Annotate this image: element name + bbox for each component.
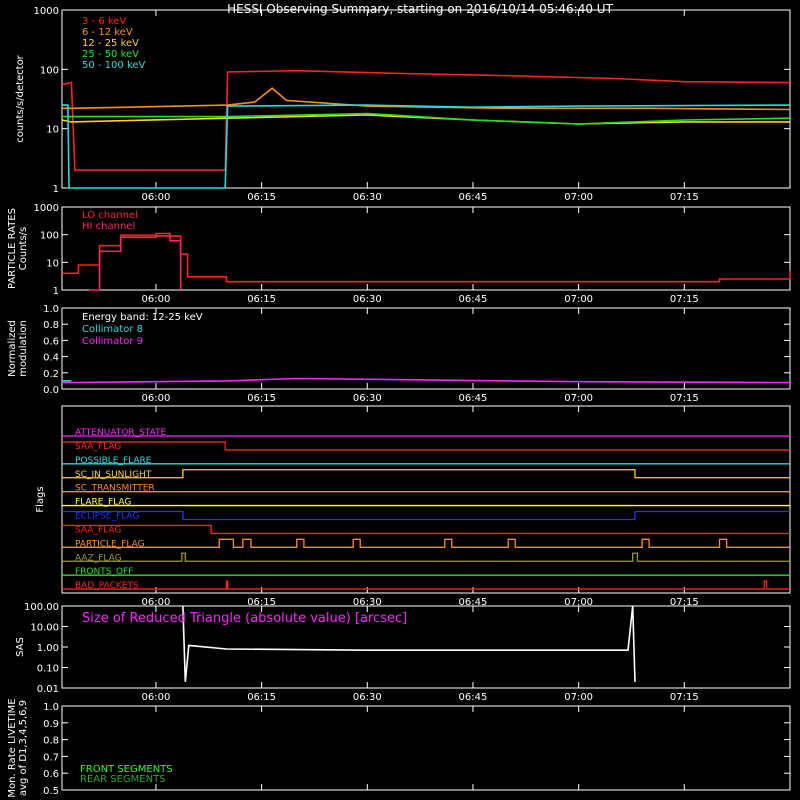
- legend-entry: 12 - 25 keV: [82, 38, 139, 49]
- y-tick-label: 0.8: [43, 736, 59, 747]
- y-tick-label: 1.0: [43, 304, 59, 315]
- y-tick-label: 1: [53, 184, 59, 195]
- y-tick-label: 0.6: [43, 769, 59, 780]
- x-tick-label: 06:45: [459, 393, 488, 404]
- x-tick-label: 07:00: [564, 192, 593, 203]
- y-tick-label: 0.01: [37, 684, 59, 695]
- y-tick-label: 0.6: [43, 336, 59, 347]
- legend-entry: 50 - 100 keV: [82, 60, 146, 71]
- y-tick-label: 0.2: [43, 369, 59, 380]
- y-tick-label: 1000: [34, 6, 59, 17]
- y-tick-label: 0.8: [43, 320, 59, 331]
- y-tick-label: 100.00: [24, 602, 59, 613]
- y-tick-label: 0.9: [43, 719, 59, 730]
- flag-line: [62, 524, 790, 535]
- y-tick-label: 0.5: [43, 786, 59, 797]
- x-tick-label: 07:15: [670, 393, 699, 404]
- x-tick-label: 06:15: [247, 294, 276, 305]
- panel-frame: [61, 405, 791, 594]
- y-tick-label: 0.4: [43, 353, 59, 364]
- panel-livetime: 0.5 0.6 0.7 0.8 0.9 1.0 Mon. Rate LIVETIMEavg …: [7, 698, 791, 798]
- flag-line: [62, 469, 790, 479]
- plot-title: HESSI Observing Summary, starting on 201…: [227, 2, 613, 16]
- x-tick-label: 06:30: [353, 393, 382, 404]
- flag-line: [62, 580, 790, 590]
- y-tick-label: 1: [53, 286, 59, 297]
- x-tick-label: 06:15: [247, 192, 276, 203]
- x-tick-label: 07:00: [564, 393, 593, 404]
- observing-summary-plot: HESSI Observing Summary, starting on 201…: [7, 2, 791, 798]
- x-tick-label: 07:15: [670, 192, 699, 203]
- legend-entry: Collimator 9: [82, 336, 143, 347]
- y-tick-label: 10.00: [30, 623, 59, 634]
- flag-line: [62, 510, 790, 521]
- x-tick-label: 06:15: [247, 393, 276, 404]
- x-tick-label: 06:00: [142, 393, 171, 404]
- flag-line: [62, 552, 790, 562]
- x-tick-label: 07:00: [564, 294, 593, 305]
- legend-entry: 6 - 12 keV: [82, 27, 133, 38]
- legend-entry: HI channel: [82, 221, 135, 232]
- legend-entry: 3 - 6 keV: [82, 16, 126, 27]
- x-tick-label: 06:30: [353, 692, 382, 703]
- x-tick-label: 06:45: [459, 692, 488, 703]
- y-axis-label: counts/s/detector: [15, 54, 26, 142]
- panel-modulation: 06:00 06:15 06:30 06:45 07:00 07:15 0.0 0.2 0.4 0…: [7, 304, 791, 404]
- flag-line: [62, 441, 790, 451]
- y-tick-label: 1.00: [37, 643, 59, 654]
- y-tick-label: 100: [40, 65, 59, 76]
- panel-counts: 06:00 06:15 06:30 06:45 07:00 07:15 1 10 100 1000…: [15, 6, 791, 203]
- x-tick-label: 06:00: [142, 294, 171, 305]
- legend-entry: REAR SEGMENTS: [80, 774, 166, 785]
- y-axis-label: Normalizedmodulation: [7, 320, 29, 377]
- y-tick-label: 0.7: [43, 752, 59, 763]
- energy-band-label: Energy band: 12-25 keV: [82, 312, 203, 323]
- x-tick-label: 06:30: [353, 294, 382, 305]
- flag-label: SAA_FLAG: [75, 525, 121, 535]
- panel-particle: 06:00 06:15 06:30 06:45 07:00 07:15 1 10 100 1000…: [7, 203, 791, 305]
- x-tick-label: 07:15: [670, 692, 699, 703]
- y-tick-label: 0.10: [37, 664, 59, 675]
- y-tick-label: 10: [46, 258, 59, 269]
- legend-entry: LO channel: [82, 210, 138, 221]
- panel-frame: [61, 206, 791, 291]
- x-tick-label: 06:00: [142, 192, 171, 203]
- y-tick-label: 1.0: [43, 702, 59, 713]
- x-tick-label: 07:00: [564, 692, 593, 703]
- sas-annotation: Size of Reduced Triangle (absolute value…: [82, 611, 407, 626]
- y-axis-label: PARTICLE RATESCounts/s: [7, 208, 29, 289]
- panel-sas: 06:00 06:15 06:30 06:45 07:00 07:15 0.01 0.10 1.…: [15, 602, 791, 703]
- panel-frame: [61, 705, 791, 791]
- x-tick-label: 06:45: [459, 294, 488, 305]
- y-axis-label: Mon. Rate LIVETIMEavg of D1,3,4,5,6,9: [7, 698, 29, 797]
- panel-frame: [61, 9, 791, 189]
- flag-label: SAA_FLAG: [75, 442, 121, 452]
- panel-flags: 06:00 06:15 06:30 06:45 07:00 07:15FlagsATTEN…: [35, 405, 791, 608]
- y-tick-label: 0.0: [43, 385, 59, 396]
- y-axis-label: SAS: [15, 637, 26, 657]
- x-tick-label: 07:15: [670, 294, 699, 305]
- legend-entry: 25 - 50 keV: [82, 49, 139, 60]
- flag-label: ECLIPSE_FLAG: [75, 512, 139, 522]
- x-tick-label: 06:15: [247, 692, 276, 703]
- y-axis-label: Flags: [35, 486, 46, 512]
- legend-entry: Collimator 8: [82, 324, 143, 335]
- y-tick-label: 1000: [34, 203, 59, 214]
- x-tick-label: 06:00: [142, 692, 171, 703]
- flag-line: [62, 538, 790, 548]
- x-tick-label: 06:45: [459, 192, 488, 203]
- x-tick-label: 06:30: [353, 192, 382, 203]
- y-tick-label: 10: [46, 125, 59, 136]
- y-tick-label: 100: [40, 231, 59, 242]
- series-line: [62, 377, 791, 384]
- series-line: [89, 235, 182, 291]
